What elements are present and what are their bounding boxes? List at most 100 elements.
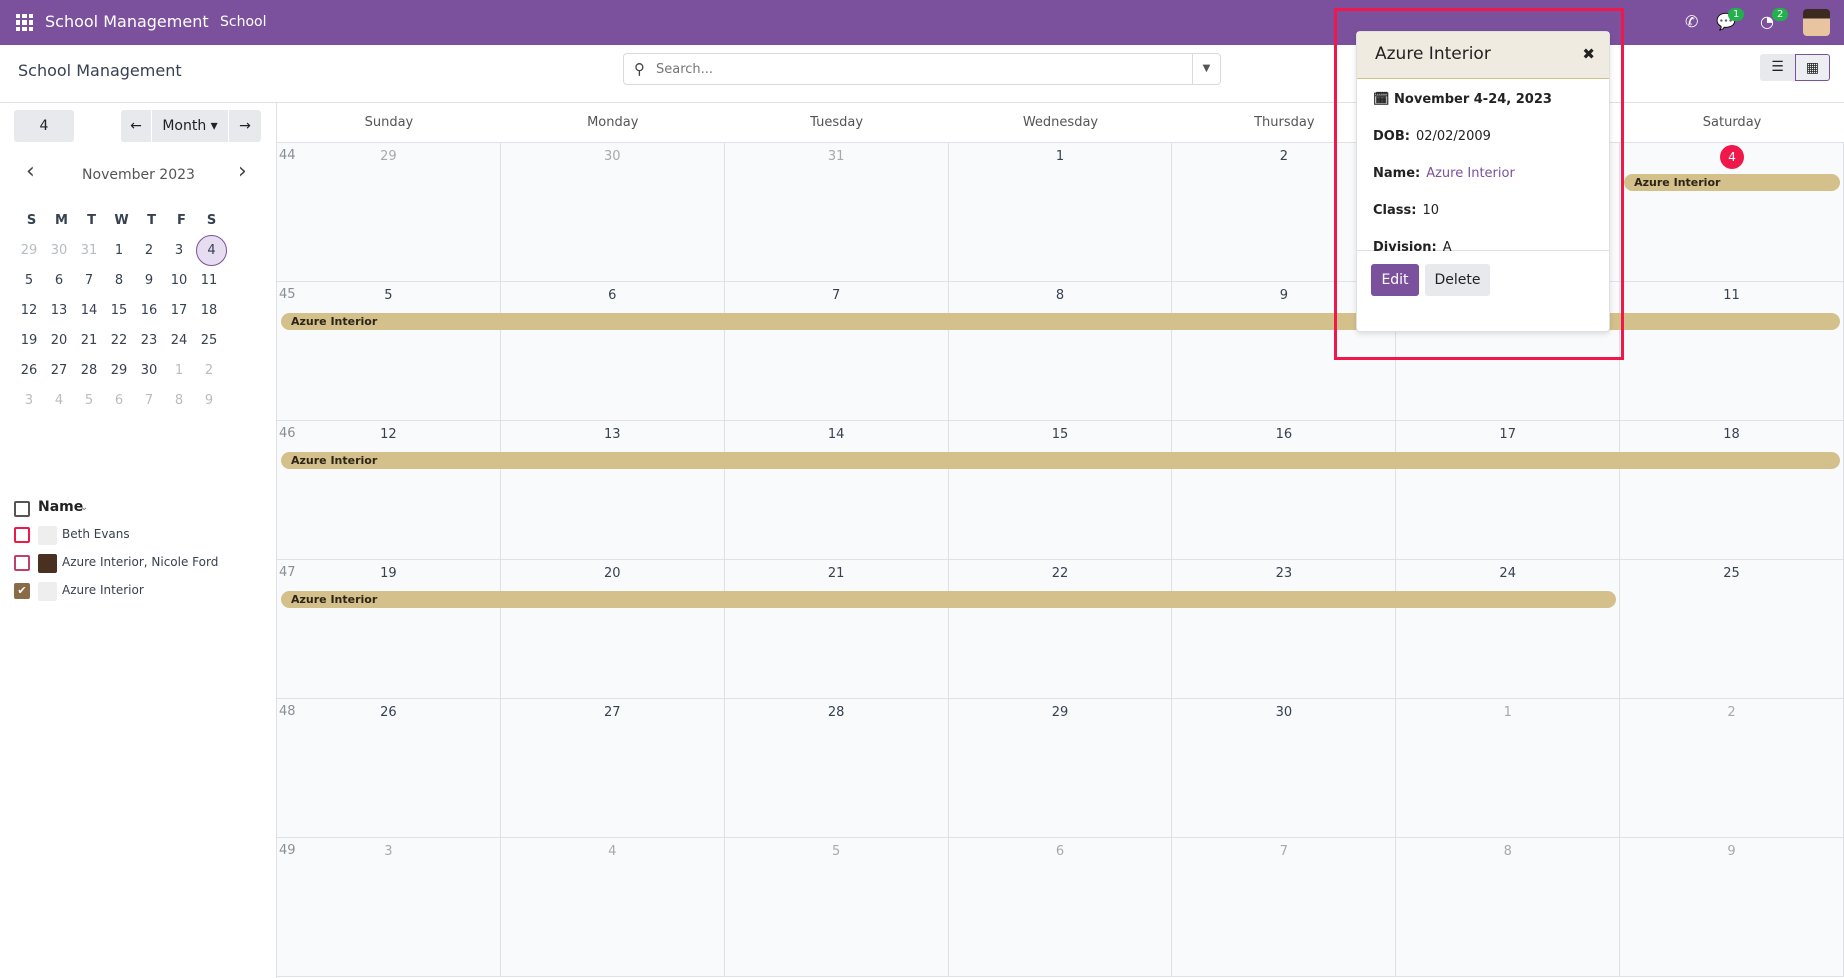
day-number: 16 [1275, 427, 1293, 442]
phone-icon[interactable]: ✆ [1685, 12, 1698, 31]
mini-day[interactable]: 9 [194, 383, 224, 418]
filter-checkbox[interactable]: ✔ [14, 583, 30, 599]
day-cell[interactable]: 3 49 [277, 838, 501, 977]
next-button[interactable]: → [229, 110, 261, 142]
week-number: 44 [279, 148, 296, 163]
day-cell[interactable]: 2 [1620, 699, 1844, 838]
day-number: 5 [831, 844, 841, 859]
weekday-header: Monday [500, 103, 725, 143]
week-number: 47 [279, 565, 296, 580]
calendar-view-button[interactable]: ▦ [1795, 54, 1830, 81]
day-cell[interactable]: 8 [948, 282, 1173, 421]
weekday-header: Tuesday [724, 103, 949, 143]
day-number: 30 [603, 149, 621, 164]
day-cell[interactable]: 21 [724, 560, 949, 699]
filter-checkbox[interactable] [14, 555, 30, 571]
day-cell[interactable]: 17 [1396, 421, 1621, 560]
day-cell[interactable]: 4 [500, 838, 725, 977]
page-title: School Management [18, 61, 182, 80]
day-number: 2 [1727, 705, 1736, 720]
day-cell[interactable]: 19 47 [277, 560, 501, 699]
mini-calendar-title: November 2023 [82, 167, 195, 183]
day-cell[interactable]: 30 [1172, 699, 1397, 838]
weekday-header: Saturday [1620, 103, 1844, 143]
filter-label: Azure Interior, Nicole Ford [62, 555, 219, 569]
today-button[interactable]: 4 [14, 110, 74, 142]
day-cell[interactable]: 5 [724, 838, 949, 977]
day-cell[interactable]: 18 [1620, 421, 1844, 560]
search-input[interactable] [656, 54, 1186, 84]
mini-day[interactable]: 8 [164, 383, 194, 418]
day-cell[interactable]: 15 [948, 421, 1173, 560]
day-cell[interactable]: 28 [724, 699, 949, 838]
weekday-header: Wednesday [948, 103, 1173, 143]
day-cell[interactable]: 8 [1396, 838, 1621, 977]
day-cell[interactable]: 23 [1172, 560, 1397, 699]
previous-button[interactable]: ← [121, 110, 151, 142]
mini-day[interactable]: 3 [14, 383, 44, 418]
day-cell[interactable]: 1 [948, 143, 1173, 282]
mini-day[interactable]: 5 [74, 383, 104, 418]
mini-day[interactable]: 4 [44, 383, 74, 418]
day-cell[interactable]: 14 [724, 421, 949, 560]
mini-day[interactable]: 7 [134, 383, 164, 418]
event-bar[interactable]: Azure Interior [1624, 174, 1840, 191]
mini-day-today[interactable]: 4 [196, 235, 227, 266]
day-number: 5 [384, 288, 393, 303]
search-bar: ⚲ ▼ [623, 53, 1221, 85]
day-number: 8 [1055, 288, 1065, 303]
day-cell[interactable]: 11 [1620, 282, 1844, 421]
day-cell[interactable]: 26 48 [277, 699, 501, 838]
day-cell[interactable]: 29 44 [277, 143, 501, 282]
search-options-toggle[interactable]: ▼ [1192, 54, 1220, 84]
day-cell[interactable]: 6 [948, 838, 1173, 977]
day-cell[interactable]: 31 [724, 143, 949, 282]
day-cell[interactable]: 29 [948, 699, 1173, 838]
mini-day[interactable]: 6 [104, 383, 134, 418]
day-number: 17 [1499, 427, 1516, 442]
day-cell[interactable]: 44 [1620, 143, 1844, 282]
filter-label: Beth Evans [62, 527, 130, 541]
week-number: 48 [279, 704, 296, 719]
filter-avatar [38, 582, 57, 601]
day-cell[interactable]: 22 [948, 560, 1173, 699]
event-bar[interactable]: Azure Interior [281, 452, 1840, 469]
day-cell[interactable]: 25 [1620, 560, 1844, 699]
day-cell[interactable]: 9 [1620, 838, 1844, 977]
day-cell[interactable]: 30 [500, 143, 725, 282]
day-number: 29 [1051, 705, 1069, 720]
week-number: 46 [279, 426, 296, 441]
day-number: 24 [1499, 566, 1516, 581]
day-number: 26 [380, 705, 397, 720]
day-cell[interactable]: 12 46 [277, 421, 501, 560]
event-bar[interactable]: Azure Interior [281, 591, 1617, 608]
user-avatar[interactable] [1803, 9, 1830, 36]
filter-title[interactable]: Name [38, 499, 83, 515]
day-cell[interactable]: 7 [1172, 838, 1397, 977]
day-cell[interactable]: 6 [500, 282, 725, 421]
list-view-button[interactable]: ☰ [1760, 54, 1795, 81]
day-cell[interactable]: 13 [500, 421, 725, 560]
chat-badge: 1 [1728, 8, 1745, 21]
filter-select-all-checkbox[interactable] [14, 501, 30, 517]
day-cell[interactable]: 16 [1172, 421, 1397, 560]
mini-next-month[interactable]: › [238, 159, 247, 184]
day-cell[interactable]: 7 [724, 282, 949, 421]
scale-dropdown[interactable]: Month ▾ [152, 110, 228, 142]
day-cell[interactable]: 5 45 [277, 282, 501, 421]
weekday-header: Sunday [277, 103, 501, 143]
chat-icon[interactable]: 💬 1 [1716, 8, 1745, 31]
day-cell[interactable]: 1 [1396, 699, 1621, 838]
day-cell[interactable]: 27 [500, 699, 725, 838]
day-number: 7 [1279, 844, 1288, 859]
menu-school[interactable]: School [220, 14, 266, 30]
filter-checkbox[interactable] [14, 527, 30, 543]
day-number: 18 [1723, 427, 1740, 442]
day-cell[interactable]: 20 [500, 560, 725, 699]
day-cell[interactable]: 24 [1396, 560, 1621, 699]
app-name[interactable]: School Management [45, 12, 209, 31]
activity-clock-icon[interactable]: ◔ 2 [1760, 8, 1789, 31]
apps-menu-icon[interactable] [16, 14, 33, 31]
day-number: 31 [827, 149, 845, 164]
day-number: 3 [384, 844, 393, 859]
